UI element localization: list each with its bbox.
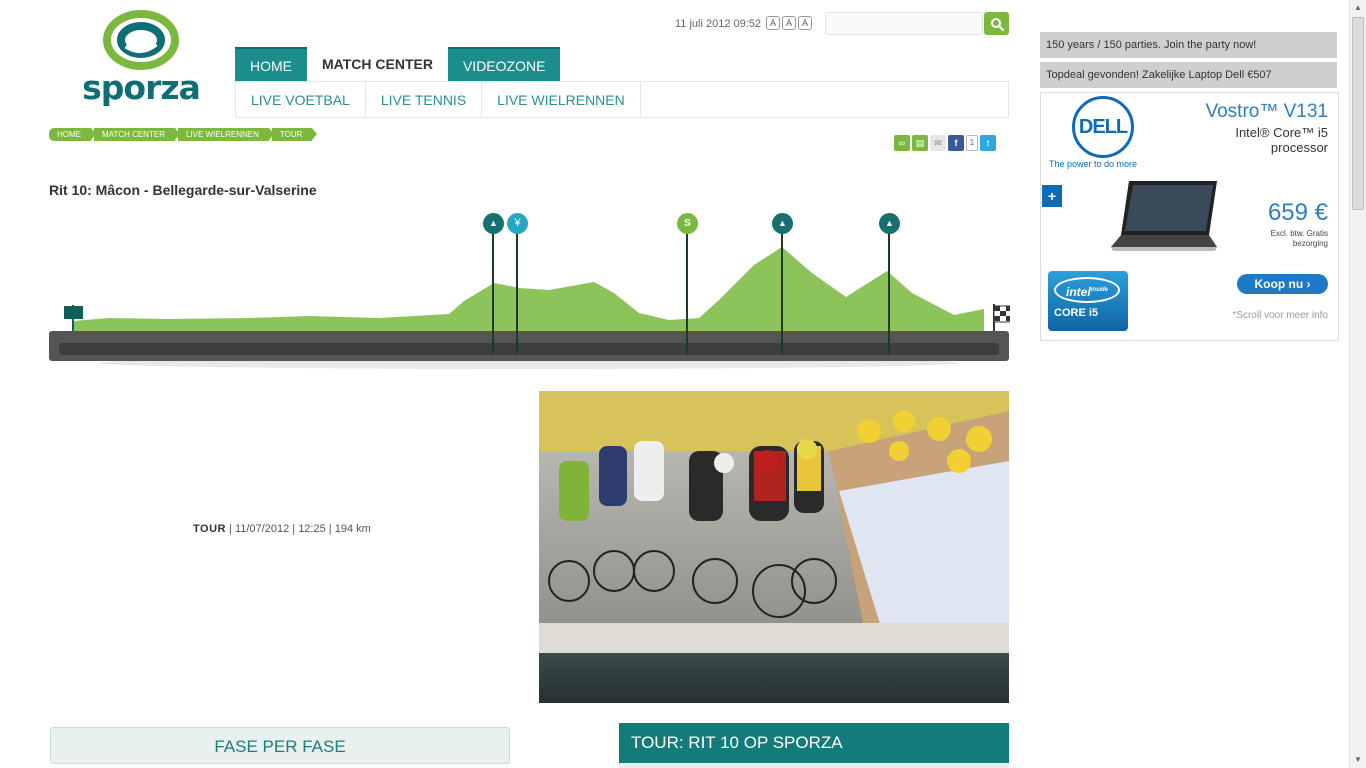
sporza-logo[interactable]: sporza [82, 10, 201, 107]
laptop-icon [1111, 181, 1217, 251]
stage-time: 12:25 [298, 523, 326, 535]
search-icon [990, 17, 1004, 31]
tour-on-sporza-header[interactable]: TOUR: RIT 10 OP SPORZA [619, 723, 1009, 763]
subnav-live-voetbal[interactable]: LIVE VOETBAL [236, 82, 366, 117]
profile-marker-climb-2[interactable]: ▲ [772, 213, 793, 234]
link-icon[interactable]: ∞ [894, 135, 910, 151]
tour-on-sporza-table-strip [619, 763, 1009, 768]
intel-logo: intelinside [1054, 277, 1120, 303]
ad-bar-150-years[interactable]: 150 years / 150 parties. Join the party … [1040, 32, 1337, 58]
font-size-medium-button[interactable]: A [782, 16, 796, 30]
main-nav: HOME MATCH CENTER VIDEOZONE [235, 47, 561, 81]
facebook-icon[interactable]: f [948, 135, 964, 151]
price-note: Excl. btw. Gratis bezorging [1270, 229, 1328, 248]
intel-core-label: CORE i5 [1054, 307, 1099, 319]
current-datetime: 11 juli 2012 09:52 [675, 18, 762, 30]
facebook-count: 1 [966, 135, 978, 151]
scroll-note: *Scroll voor meer info [1232, 310, 1328, 321]
sub-nav: LIVE VOETBAL LIVE TENNIS LIVE WIELRENNEN [235, 81, 1009, 118]
share-bar: ∞ ▤ ✉ f 1 t [894, 135, 996, 151]
profile-marker-climb-3[interactable]: ▲ [879, 213, 900, 234]
stage-profile-graphic [49, 224, 1013, 369]
ad-bar-dell-topdeal[interactable]: Topdeal gevonden! Zakelijke Laptop Dell … [1040, 62, 1337, 88]
stage-title: Rit 10: Mâcon - Bellegarde-sur-Valserine [49, 182, 317, 198]
photo-caption-bar [539, 653, 1009, 703]
processor-text: Intel® Core™ i5 processor [1235, 125, 1328, 155]
print-icon[interactable]: ▤ [912, 135, 928, 151]
stage-label: TOUR [193, 523, 226, 535]
buy-now-button[interactable]: Koop nu › [1237, 274, 1328, 294]
font-size-small-button[interactable]: A [766, 16, 780, 30]
subnav-live-tennis[interactable]: LIVE TENNIS [366, 82, 483, 117]
nav-videozone[interactable]: VIDEOZONE [447, 47, 561, 81]
font-size-controls: A A A [766, 16, 812, 30]
twitter-icon[interactable]: t [980, 135, 996, 151]
page: sporza 11 juli 2012 09:52 A A A HOME MAT… [0, 0, 1366, 768]
logo-text: sporza [82, 68, 201, 107]
breadcrumb-live-wielrennen[interactable]: LIVE WIELRENNEN [177, 128, 274, 141]
dell-ad[interactable]: DELL The power to do more Vostro™ V131 I… [1040, 92, 1339, 341]
stage-info: TOUR | 11/07/2012 | 12:25 | 194 km [193, 523, 371, 535]
phase-by-phase-button[interactable]: FASE PER FASE [50, 727, 510, 764]
font-size-large-button[interactable]: A [798, 16, 812, 30]
mail-icon[interactable]: ✉ [930, 135, 946, 151]
profile-marker-climb-1[interactable]: ▲ [483, 213, 504, 234]
price: 659 € [1267, 199, 1328, 226]
nav-match-center[interactable]: MATCH CENTER [307, 47, 448, 81]
page-scrollbar[interactable]: ▲ ▼ [1349, 0, 1366, 768]
breadcrumb-tour[interactable]: TOUR [271, 128, 317, 141]
breadcrumb-home[interactable]: HOME [49, 128, 96, 141]
nav-home[interactable]: HOME [235, 47, 307, 81]
scroll-thumb[interactable] [1352, 17, 1364, 210]
dell-tagline: The power to do more [1049, 159, 1138, 169]
breadcrumb: HOME MATCH CENTER LIVE WIELRENNEN TOUR [49, 128, 317, 141]
subnav-live-wielrennen[interactable]: LIVE WIELRENNEN [482, 82, 641, 117]
profile-marker-sprint[interactable]: S [677, 213, 698, 234]
dell-logo: DELL [1072, 96, 1134, 158]
product-name: Vostro™ V131 [1205, 101, 1328, 122]
profile-marker-feed[interactable]: ¥ [507, 213, 528, 234]
stage-date: 11/07/2012 [234, 523, 290, 535]
stage-profile: ▲ ¥ S ▲ ▲ [49, 205, 1013, 380]
expand-ad-button[interactable]: + [1042, 185, 1062, 207]
breadcrumb-match-center[interactable]: MATCH CENTER [94, 128, 180, 141]
logo-mark-icon [103, 10, 179, 70]
stage-distance: 194 km [334, 523, 371, 535]
scroll-up-icon[interactable]: ▲ [1350, 0, 1366, 16]
search-button[interactable] [984, 12, 1009, 35]
search-input[interactable] [825, 12, 983, 35]
intel-core-i5-badge: intelinside CORE i5 [1048, 271, 1128, 331]
scroll-down-icon[interactable]: ▼ [1350, 752, 1366, 768]
